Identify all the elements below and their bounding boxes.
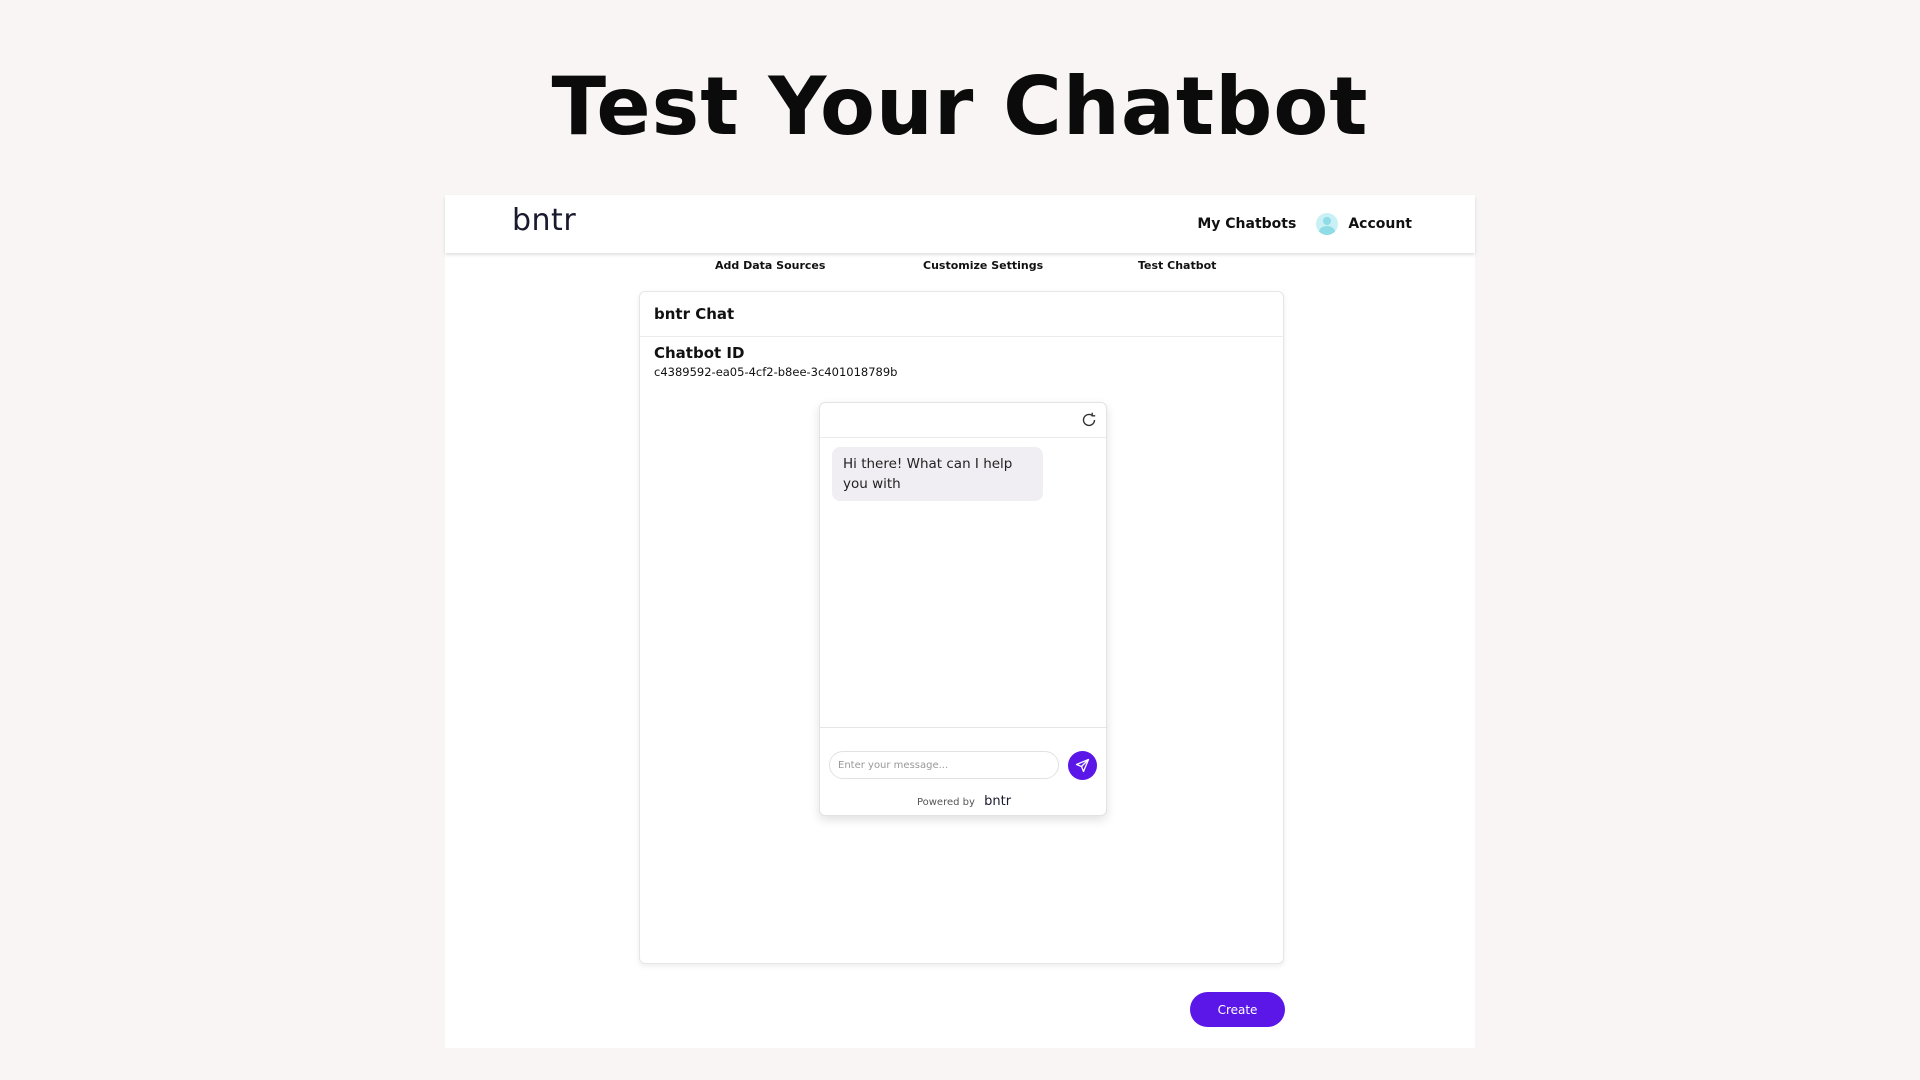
send-button[interactable]	[1068, 751, 1097, 780]
chatbot-id-label: Chatbot ID	[654, 344, 745, 362]
my-chatbots-link[interactable]: My Chatbots	[1197, 216, 1296, 232]
step-tabs: Add Data Sources Customize Settings Test…	[445, 253, 1475, 273]
slide-title: Test Your Chatbot	[551, 60, 1369, 153]
powered-by: Powered by bntr	[820, 794, 1108, 809]
user-avatar-icon[interactable]	[1316, 213, 1339, 235]
chat-header	[820, 403, 1106, 438]
step-add-data-sources[interactable]: Add Data Sources	[715, 259, 825, 272]
navbar: bntr My Chatbots Account	[445, 195, 1475, 253]
chat-widget: Hi there! What can I help you with Power…	[819, 402, 1108, 816]
chat-divider	[820, 727, 1108, 728]
app-window: bntr My Chatbots Account Add Data Source…	[445, 195, 1475, 1048]
chatbot-card: bntr Chat Chatbot ID c4389592-ea05-4cf2-…	[639, 291, 1284, 964]
chatbot-id-value: c4389592-ea05-4cf2-b8ee-3c401018789b	[654, 365, 898, 379]
powered-by-label: Powered by	[916, 797, 975, 808]
powered-by-logo: bntr	[984, 794, 1012, 809]
card-title: bntr Chat	[640, 292, 1283, 337]
message-input[interactable]	[829, 751, 1059, 779]
account-link[interactable]: Account	[1348, 216, 1412, 232]
step-customize-settings[interactable]: Customize Settings	[923, 259, 1043, 272]
bntr-logo[interactable]: bntr	[512, 203, 576, 238]
refresh-icon[interactable]	[1080, 411, 1098, 429]
nav-right: My Chatbots Account	[1197, 213, 1412, 235]
create-button[interactable]: Create	[1190, 992, 1285, 1027]
step-test-chatbot[interactable]: Test Chatbot	[1138, 259, 1216, 272]
bot-message-bubble: Hi there! What can I help you with	[832, 447, 1043, 501]
